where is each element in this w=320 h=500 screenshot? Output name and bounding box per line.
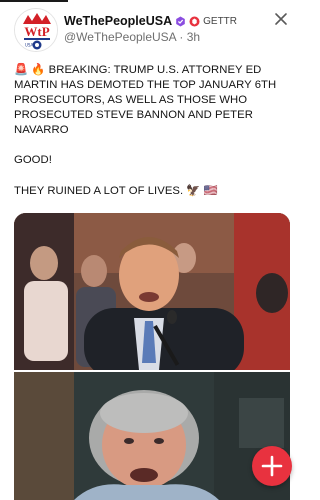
handle-row: @WeThePeopleUSA · 3h [64,30,200,44]
post-photo-collage [14,213,290,500]
avatar[interactable]: WtP USA [14,8,58,52]
svg-text:USA: USA [25,43,34,48]
platform-label: GETTR [203,15,238,27]
gettr-badge-icon [189,16,200,27]
svg-text:WtP: WtP [24,24,49,39]
photo-steve-bannon [14,372,290,500]
top-divider [0,0,68,2]
name-row: WeThePeopleUSA GETTR [64,13,237,29]
post-line-good: GOOD! [14,154,52,166]
separator: · [179,30,184,44]
plus-icon [261,455,283,477]
wtp-logo-icon: WtP USA [15,9,57,51]
fire-emoji: 🔥 [31,63,46,76]
post-header: WtP USA WeThePeopleUSA GETTR @WeThePeopl… [14,8,294,52]
post-time: 3h [186,30,201,44]
verified-badge-icon [175,16,186,27]
flag-emoji: 🇺🇸 [203,184,218,197]
post-headline-paragraph: 🚨 🔥 BREAKING: TRUMP U.S. ATTORNEY ED MAR… [14,62,292,138]
add-button[interactable] [252,446,292,486]
post-line-ruined: THEY RUINED A LOT OF LIVES. 🦅 🇺🇸 [14,183,292,199]
post-media[interactable] [14,213,290,500]
display-name[interactable]: WeThePeopleUSA [64,14,172,28]
post-body: 🚨 🔥 BREAKING: TRUMP U.S. ATTORNEY ED MAR… [14,62,292,199]
close-icon[interactable] [274,12,288,26]
post-headline: BREAKING: TRUMP U.S. ATTORNEY ED MARTIN … [14,64,277,136]
eagle-emoji: 🦅 [186,184,201,197]
post-line-ruined-text: THEY RUINED A LOT OF LIVES. [14,185,184,197]
photo-ed-martin [14,213,290,378]
handle[interactable]: @WeThePeopleUSA [64,30,176,44]
siren-emoji: 🚨 [14,63,29,76]
